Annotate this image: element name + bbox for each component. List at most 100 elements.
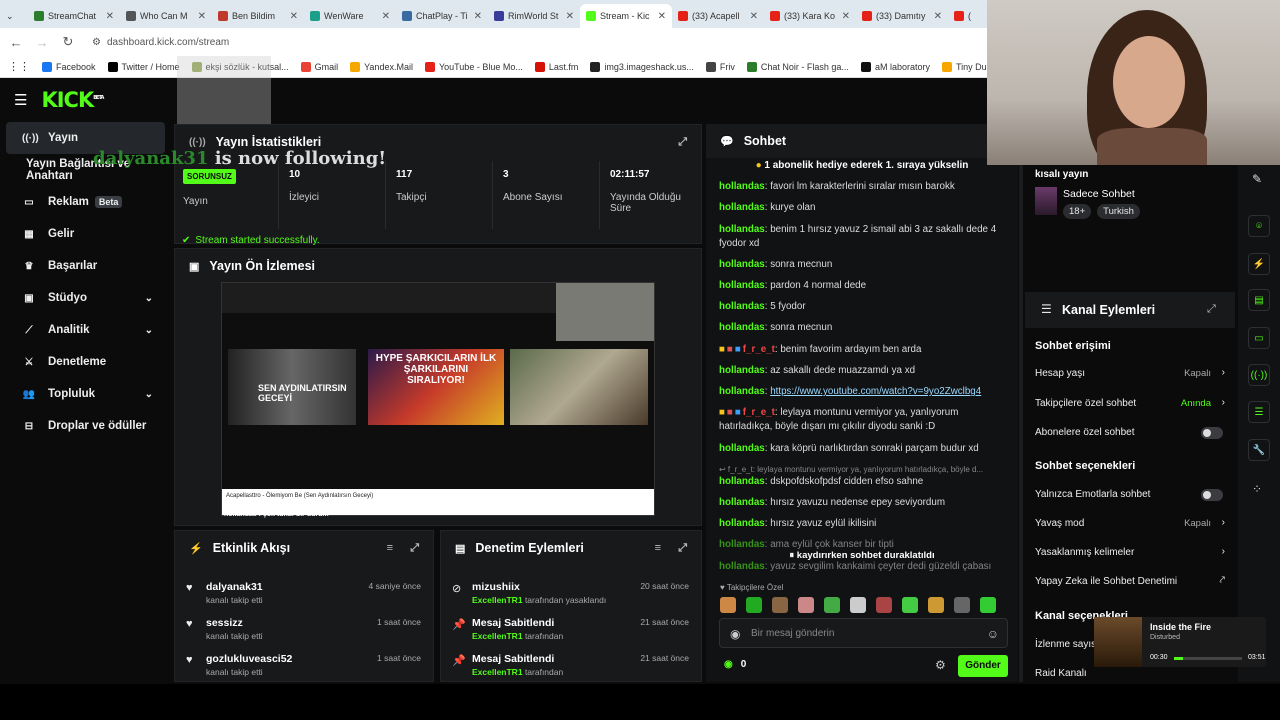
sidebar-item[interactable]: 👥 Topluluk ⌄ (6, 378, 165, 410)
bookmark-item[interactable]: Chat Noir - Flash ga... (746, 61, 849, 72)
filter-icon[interactable]: ≡ (655, 542, 661, 554)
chat-username[interactable]: hollandas (719, 476, 765, 487)
chat-username[interactable]: hollandas (719, 497, 765, 508)
close-icon[interactable]: ✕ (842, 11, 850, 22)
chat-username[interactable]: hollandas (719, 518, 765, 529)
emote-icon[interactable] (928, 597, 944, 613)
ai-moderation-setting[interactable]: Yapay Zeka ile Sohbet Denetimi ⤤ (1035, 575, 1225, 587)
pinned-gift-banner[interactable]: ● 1 abonelik hediye ederek 1. sıraya yük… (706, 160, 1018, 171)
moderation-target[interactable]: Mesaj Sabitlendi (472, 617, 554, 629)
browser-tab[interactable]: Who Can M ✕ (120, 4, 212, 28)
browser-tab[interactable]: RimWorld St ✕ (488, 4, 580, 28)
expand-icon[interactable]: ⤢ (1207, 303, 1216, 316)
menu-icon[interactable]: ☰ (14, 91, 27, 109)
account-age-setting[interactable]: Hesap yaşı Kapalı › (1035, 367, 1225, 379)
chat-username[interactable]: hollandas (719, 280, 765, 291)
banned-words-setting[interactable]: Yasaklanmış kelimeler › (1035, 546, 1225, 558)
close-icon[interactable]: ✕ (474, 11, 482, 22)
emote-only-toggle[interactable] (1201, 489, 1223, 501)
close-icon[interactable]: ✕ (290, 11, 298, 22)
bookmark-item[interactable]: Twitter / Home (107, 61, 180, 72)
camera-icon[interactable]: ⌾ (1248, 215, 1270, 237)
chat-username[interactable]: f_r_e_t (743, 407, 775, 418)
sidebar-item[interactable]: ▭ Reklam Beta (6, 186, 165, 218)
notes-icon[interactable]: ▤ (1248, 289, 1270, 311)
sidebar-item[interactable]: ⊟ Droplar ve ödüller (6, 410, 165, 442)
chat-scrollbar[interactable] (1019, 124, 1023, 682)
close-icon[interactable]: ✕ (934, 11, 942, 22)
browser-tab[interactable]: (33) Acapell ✕ (672, 4, 764, 28)
emoji-icon[interactable]: ☺ (987, 627, 999, 641)
emote-icon[interactable] (876, 597, 892, 613)
browser-tab[interactable]: (33) Damıtıy ✕ (856, 4, 948, 28)
url-field[interactable]: ⚙ dashboard.kick.com/stream (92, 37, 229, 48)
chat-username[interactable]: f_r_e_t (743, 344, 775, 355)
pencil-icon[interactable]: ✎ (1252, 172, 1262, 186)
emote-icon[interactable] (798, 597, 814, 613)
send-button[interactable]: Gönder (958, 655, 1008, 677)
moderation-actor[interactable]: ExcellenTR1 (472, 595, 523, 605)
emote-icon[interactable] (746, 597, 762, 613)
raid-setting[interactable]: Raid Kanalı (1035, 668, 1225, 679)
chat-input[interactable]: ◉ Bir mesaj gönderin ☺ (719, 618, 1008, 648)
chat-settings-icon[interactable]: ⚙ (935, 658, 946, 672)
bookmark-item[interactable]: img3.imageshack.us... (590, 61, 694, 72)
chat-username[interactable]: hollandas (719, 539, 765, 550)
sidebar-item[interactable]: ♛ Başarılar (6, 250, 165, 282)
tab-list-button[interactable]: ⌄ (0, 4, 28, 28)
moderation-target[interactable]: Mesaj Sabitlendi (472, 653, 554, 665)
filter-icon[interactable]: ≡ (387, 542, 393, 554)
chat-username[interactable]: hollandas (719, 443, 765, 454)
browser-tab[interactable]: Stream - Kic ✕ (580, 4, 672, 28)
browser-tab[interactable]: Ben Bildim ✕ (212, 4, 304, 28)
chat-username[interactable]: hollandas (719, 224, 765, 235)
list-icon[interactable]: ☰ (1248, 401, 1270, 423)
chat-username[interactable]: hollandas (719, 301, 765, 312)
bookmark-item[interactable]: Friv (705, 61, 735, 72)
activity-user[interactable]: gozlukluveasci52 (206, 653, 292, 665)
track-progress[interactable] (1174, 657, 1242, 660)
chat-username[interactable]: hollandas (719, 202, 765, 213)
browser-tab[interactable]: (33) Kara Ko ✕ (764, 4, 856, 28)
moderation-target[interactable]: mizushiix (472, 581, 520, 593)
lightning-icon[interactable]: ⚡ (1248, 253, 1270, 275)
chat-username[interactable]: hollandas (719, 181, 765, 192)
emote-icon[interactable] (824, 597, 840, 613)
close-icon[interactable]: ✕ (106, 11, 114, 22)
chat-link[interactable]: https://www.youtube.com/watch?v=9yo2Zwcl… (770, 386, 981, 397)
site-info-icon[interactable]: ⚙ (92, 37, 101, 48)
chat-username[interactable]: hollandas (719, 259, 765, 270)
reload-icon[interactable]: ↻ (60, 34, 76, 50)
broadcast-icon[interactable]: ((·)) (1248, 364, 1270, 386)
sidebar-item[interactable]: ▣ Stüdyo ⌄ (6, 282, 165, 314)
bookmark-item[interactable]: Facebook (42, 61, 96, 72)
close-icon[interactable]: ✕ (658, 11, 666, 22)
activity-user[interactable]: dalyanak31 (206, 581, 263, 593)
close-icon[interactable]: ✕ (198, 11, 206, 22)
chat-icon[interactable]: ▭ (1248, 327, 1270, 349)
subs-only-toggle[interactable] (1201, 427, 1223, 439)
chat-paused-banner[interactable]: ⏸ kaydırırken sohbet duraklatıldı (706, 550, 1018, 568)
emote-icon[interactable] (954, 597, 970, 613)
chat-username[interactable]: hollandas (719, 386, 765, 397)
wrench-icon[interactable]: 🔧 (1248, 439, 1270, 461)
bookmark-item[interactable]: Tiny Duckling Neckl... (941, 61, 987, 72)
expand-icon[interactable]: ⤢ (678, 136, 687, 149)
emote-picker-icon[interactable]: ◉ (730, 627, 740, 641)
emote-icon[interactable] (850, 597, 866, 613)
emote-icon[interactable] (772, 597, 788, 613)
activity-user[interactable]: sessizz (206, 617, 243, 629)
bookmark-item[interactable]: YouTube - Blue Mo... (424, 61, 523, 72)
bookmark-item[interactable]: aM laboratory (860, 61, 930, 72)
chat-username[interactable]: hollandas (719, 322, 765, 333)
points-display[interactable]: ◉ 0 (724, 659, 746, 670)
kick-logo[interactable]: KICKBETA (41, 88, 104, 112)
close-icon[interactable]: ✕ (566, 11, 574, 22)
forward-icon[interactable]: → (34, 35, 50, 50)
bookmark-item[interactable]: Last.fm (534, 61, 578, 72)
followers-only-setting[interactable]: Takipçilere özel sohbet Anında › (1035, 397, 1225, 409)
browser-tab[interactable]: ChatPlay - Ti ✕ (396, 4, 488, 28)
back-icon[interactable]: ← (8, 35, 24, 50)
close-icon[interactable]: ✕ (382, 11, 390, 22)
browser-tab[interactable]: (33) (948, 4, 978, 28)
